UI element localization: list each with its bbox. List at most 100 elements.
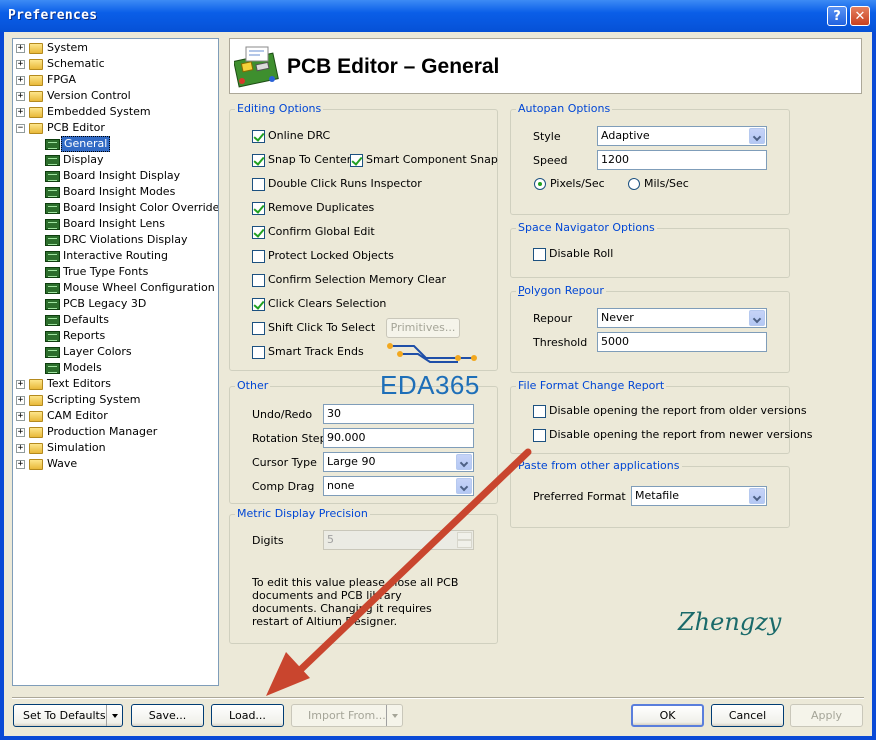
load-button[interactable]: Load... [211,704,284,727]
radio-dot[interactable] [534,178,546,190]
chevron-down-icon[interactable] [749,128,765,144]
expand-icon[interactable]: + [16,412,25,421]
pcb-page-icon [45,283,60,294]
checkbox-box[interactable] [252,250,265,263]
checkbox-box[interactable] [533,405,546,418]
tree-item[interactable]: Reports [13,328,218,344]
rotation-step-input[interactable]: 90.000 [323,428,474,448]
radio-dot[interactable] [628,178,640,190]
primitives-button[interactable]: Primitives... [386,318,460,338]
tree-item[interactable]: PCB Legacy 3D [13,296,218,312]
tree-item-label: Board Insight Lens [63,217,165,230]
preferences-tree[interactable]: + System + Schematic + FPGA + Version Control + E… [12,38,219,686]
cancel-button[interactable]: Cancel [711,704,784,727]
checkbox-box[interactable] [252,322,265,335]
chevron-down-icon[interactable] [106,705,122,726]
tree-item-label: Board Insight Modes [63,185,176,198]
checkbox-box[interactable] [252,346,265,359]
expand-icon[interactable]: + [16,380,25,389]
tree-item[interactable]: + FPGA [13,72,218,88]
tree-item[interactable]: Interactive Routing [13,248,218,264]
folder-icon [29,43,43,54]
tree-item-label: Models [63,361,102,374]
tree-item[interactable]: Mouse Wheel Configuration [13,280,218,296]
help-button[interactable]: ? [827,6,847,26]
save-button[interactable]: Save... [131,704,204,727]
autopan-speed-label: Speed [533,154,568,167]
chevron-down-icon[interactable] [749,310,765,326]
chevron-down-icon[interactable] [456,454,472,470]
expand-icon[interactable]: + [16,444,25,453]
close-button[interactable]: ✕ [850,6,870,26]
autopan-speed-input[interactable]: 1200 [597,150,767,170]
tree-item-label: Version Control [47,89,131,102]
pcb-page-icon [45,171,60,182]
checkbox-box[interactable] [350,154,363,167]
tree-item[interactable]: + Wave [13,456,218,472]
chevron-down-icon[interactable] [456,478,472,494]
preferred-format-select[interactable]: Metafile [631,486,767,506]
tree-item[interactable]: Board Insight Modes [13,184,218,200]
checkbox-box[interactable] [252,298,265,311]
tree-item[interactable]: + Scripting System [13,392,218,408]
tree-item[interactable]: + Embedded System [13,104,218,120]
expand-icon[interactable]: + [16,44,25,53]
folder-icon [29,459,43,470]
tree-item[interactable]: − PCB Editor [13,120,218,136]
set-to-defaults-button[interactable]: Set To Defaults [13,704,123,727]
tree-item[interactable]: General [13,136,218,152]
digits-input: 5 [323,530,474,550]
chevron-down-icon[interactable] [749,488,765,504]
page-header: PCB Editor – General [229,38,862,94]
pcb-page-icon [45,267,60,278]
expand-icon[interactable]: + [16,428,25,437]
checkbox-box[interactable] [533,429,546,442]
tree-item[interactable]: + Schematic [13,56,218,72]
tree-item[interactable]: Board Insight Display [13,168,218,184]
report-icon [45,331,60,342]
tree-item[interactable]: True Type Fonts [13,264,218,280]
expand-icon[interactable]: + [16,60,25,69]
autopan-style-select[interactable]: Adaptive [597,126,767,146]
tree-item[interactable]: + Simulation [13,440,218,456]
radio-label: Pixels/Sec [550,177,605,190]
tree-item[interactable]: Board Insight Lens [13,216,218,232]
comp-drag-select[interactable]: none [323,476,474,496]
tree-item[interactable]: + Text Editors [13,376,218,392]
expand-icon[interactable]: + [16,108,25,117]
tree-item[interactable]: + Version Control [13,88,218,104]
tree-item[interactable]: Board Insight Color Overrides [13,200,218,216]
checkbox-box[interactable] [252,154,265,167]
checkbox-box[interactable] [252,226,265,239]
tree-item[interactable]: Display [13,152,218,168]
tree-item[interactable]: Defaults [13,312,218,328]
apply-button: Apply [790,704,863,727]
repour-select[interactable]: Never [597,308,767,328]
checkbox-box[interactable] [252,274,265,287]
threshold-label: Threshold [533,336,588,349]
autopan-options-title: Autopan Options [516,102,613,115]
expand-icon[interactable]: + [16,396,25,405]
expand-icon[interactable]: + [16,92,25,101]
checkbox-box[interactable] [252,178,265,191]
threshold-input[interactable]: 5000 [597,332,767,352]
ok-button[interactable]: OK [631,704,704,727]
tree-item[interactable]: Layer Colors [13,344,218,360]
title-bar[interactable]: Preferences ? ✕ [0,0,876,32]
tree-item[interactable]: + CAM Editor [13,408,218,424]
tree-item[interactable]: + Production Manager [13,424,218,440]
tree-item-label: Reports [63,329,106,342]
tree-item[interactable]: DRC Violations Display [13,232,218,248]
checkbox-box[interactable] [252,130,265,143]
checkbox-box[interactable] [533,248,546,261]
tree-item[interactable]: + System [13,40,218,56]
expand-icon[interactable]: + [16,460,25,469]
comp-drag-value: none [327,479,355,492]
cursor-type-select[interactable]: Large 90 [323,452,474,472]
preferences-window: Preferences ? ✕ + System + Schematic + FPGA + V… [0,0,876,740]
tree-item[interactable]: Models [13,360,218,376]
undo-redo-input[interactable]: 30 [323,404,474,424]
collapse-icon[interactable]: − [16,124,25,133]
checkbox-box[interactable] [252,202,265,215]
expand-icon[interactable]: + [16,76,25,85]
